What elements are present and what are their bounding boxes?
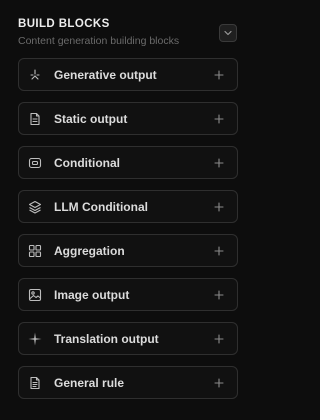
layers-icon (28, 200, 42, 214)
block-label: Aggregation (54, 243, 125, 258)
block-conditional[interactable]: Conditional (18, 146, 238, 179)
block-image-output[interactable]: Image output (18, 278, 238, 311)
star-burst-icon (28, 332, 42, 346)
panel-subtitle: Content generation building blocks (18, 35, 180, 47)
plus-icon[interactable] (213, 157, 225, 169)
chevron-down-icon (224, 30, 232, 36)
block-general-rule[interactable]: General rule (18, 366, 238, 399)
document-icon (28, 112, 42, 126)
block-label: Generative output (54, 67, 157, 82)
plus-icon[interactable] (213, 245, 225, 257)
toggle-box-icon (28, 156, 42, 170)
plus-icon[interactable] (213, 69, 225, 81)
block-label: Image output (54, 287, 130, 302)
plus-icon[interactable] (213, 113, 225, 125)
block-generative-output[interactable]: Generative output (18, 58, 238, 91)
plus-icon[interactable] (213, 201, 225, 213)
build-blocks-panel: BUILD BLOCKS Content generation building… (0, 0, 263, 420)
file-lines-icon (28, 376, 42, 390)
sparkle-icon (28, 68, 42, 82)
block-label: Translation output (54, 331, 159, 346)
block-static-output[interactable]: Static output (18, 102, 238, 135)
image-icon (28, 288, 42, 302)
block-label: Conditional (54, 155, 120, 170)
block-label: Static output (54, 111, 128, 126)
panel-title: BUILD BLOCKS (18, 18, 110, 30)
block-translation-output[interactable]: Translation output (18, 322, 238, 355)
plus-icon[interactable] (213, 289, 225, 301)
block-label: General rule (54, 375, 125, 390)
panel-header: BUILD BLOCKS Content generation building… (18, 0, 263, 58)
collapse-button[interactable] (219, 24, 237, 42)
block-label: LLM Conditional (54, 199, 148, 214)
grid-icon (28, 244, 42, 258)
block-aggregation[interactable]: Aggregation (18, 234, 238, 267)
plus-icon[interactable] (213, 333, 225, 345)
block-llm-conditional[interactable]: LLM Conditional (18, 190, 238, 223)
plus-icon[interactable] (213, 377, 225, 389)
